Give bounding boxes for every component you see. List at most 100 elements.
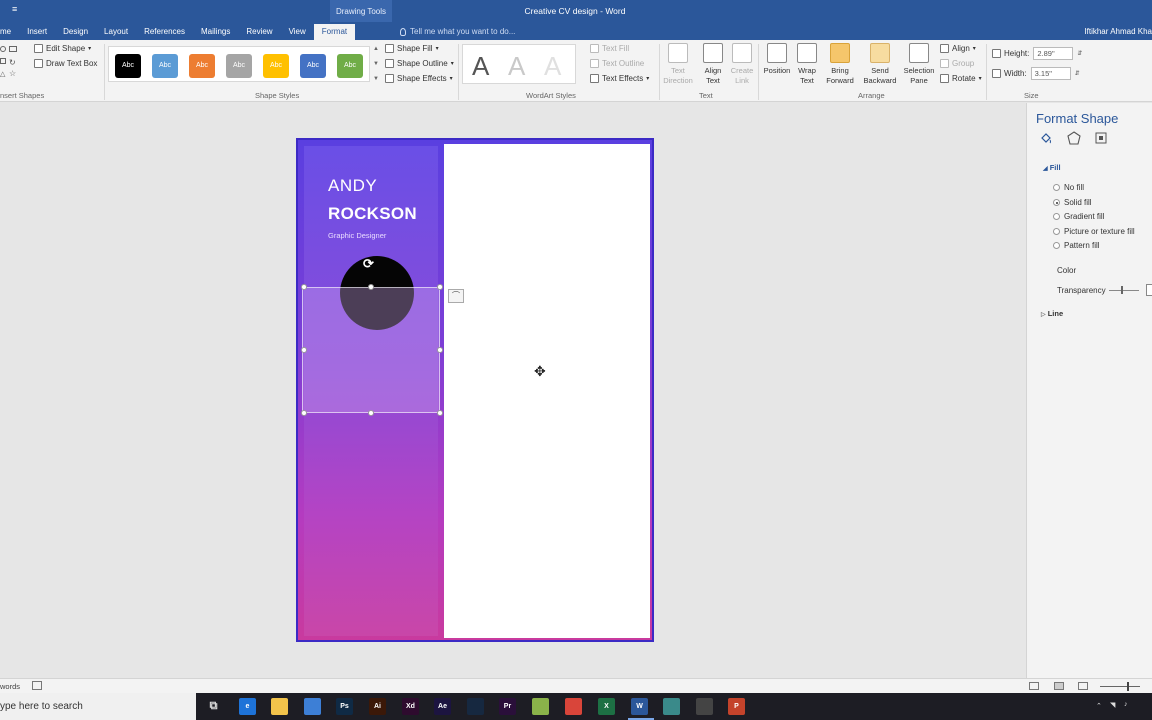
cv-first-name[interactable]: ANDY <box>328 176 377 196</box>
transparency-slider[interactable] <box>1109 290 1139 291</box>
tab-home[interactable]: me <box>0 24 19 40</box>
app-icon[interactable] <box>663 698 680 715</box>
tab-format[interactable]: Format <box>313 24 356 40</box>
text-direction-button[interactable]: Text Direction <box>660 43 696 86</box>
shape-outline-button[interactable]: Shape Outline ▾ <box>385 59 454 68</box>
zoom-slider-thumb[interactable] <box>1127 682 1129 691</box>
shape-style-chip[interactable]: Abc <box>226 54 252 78</box>
resize-handle[interactable] <box>368 284 374 290</box>
wordart-style[interactable]: A <box>508 51 525 82</box>
resize-handle[interactable] <box>368 410 374 416</box>
chrome-icon[interactable] <box>565 698 582 715</box>
fill-line-icon[interactable] <box>1039 131 1053 145</box>
radio-button-selected[interactable] <box>1053 199 1060 206</box>
shape-effects-button[interactable]: Shape Effects ▾ <box>385 74 453 83</box>
transparency-slider-thumb[interactable] <box>1121 286 1123 294</box>
align-button[interactable]: Align ▾ <box>940 44 976 53</box>
send-backward-button[interactable]: Send Backward <box>859 43 901 86</box>
xd-icon[interactable]: Xd <box>402 698 419 715</box>
after-effects-icon[interactable]: Ae <box>434 698 451 715</box>
transparency-input[interactable] <box>1146 284 1152 296</box>
user-account[interactable]: Iftikhar Ahmad Kha <box>1084 27 1152 36</box>
position-button[interactable]: Position <box>760 43 794 76</box>
text-effects-button[interactable]: Text Effects ▾ <box>590 74 649 83</box>
network-icon[interactable]: ◥ <box>1110 701 1115 709</box>
document-canvas[interactable]: ANDY ROCKSON Graphic Designer ⟳ ⌒ ✥ <box>0 103 1026 678</box>
align-text-button[interactable]: Align Text <box>698 43 728 86</box>
tab-review[interactable]: Review <box>238 24 280 40</box>
layout-options-icon[interactable]: ⌒ <box>448 289 464 303</box>
gallery-scroll-buttons[interactable]: ▲ ▼ ▼ <box>372 46 380 82</box>
edit-shape-button[interactable]: Edit Shape ▾ <box>34 44 91 53</box>
tab-references[interactable]: References <box>136 24 193 40</box>
word-icon[interactable]: W <box>631 698 648 715</box>
no-fill-option[interactable]: No fill <box>1053 183 1084 192</box>
wordart-style[interactable]: A <box>544 51 561 82</box>
spinner-icon[interactable]: ⇵ <box>1075 70 1080 77</box>
create-link-button[interactable]: Create Link <box>728 43 756 86</box>
android-icon[interactable] <box>532 698 549 715</box>
cv-right-panel[interactable] <box>444 144 650 638</box>
radio-button[interactable] <box>1053 228 1060 235</box>
word-count[interactable]: words <box>0 682 20 691</box>
powerpoint-icon[interactable]: P <box>728 698 745 715</box>
premiere-icon[interactable]: Pr <box>499 698 516 715</box>
edge-icon[interactable]: e <box>239 698 256 715</box>
volume-icon[interactable]: ♪ <box>1124 701 1128 708</box>
radio-button[interactable] <box>1053 213 1060 220</box>
shape-style-chip[interactable]: Abc <box>300 54 326 78</box>
store-icon[interactable] <box>304 698 321 715</box>
bring-forward-button[interactable]: Bring Forward <box>821 43 859 86</box>
cv-page[interactable]: ANDY ROCKSON Graphic Designer ⟳ ⌒ <box>296 138 654 642</box>
more-icon[interactable]: ▼ <box>373 76 379 82</box>
zoom-slider[interactable] <box>1100 686 1140 687</box>
print-layout-icon[interactable] <box>1054 682 1064 690</box>
selected-shape[interactable] <box>302 287 440 413</box>
line-section-header[interactable]: ▷ Line <box>1041 309 1063 318</box>
shape-style-chip[interactable]: Abc <box>115 54 141 78</box>
scroll-down-icon[interactable]: ▼ <box>373 61 379 67</box>
tell-me-search[interactable]: Tell me what you want to do... <box>400 27 515 36</box>
resize-handle[interactable] <box>437 410 443 416</box>
shape-style-chip[interactable]: Abc <box>152 54 178 78</box>
radio-button[interactable] <box>1053 242 1060 249</box>
cv-last-name[interactable]: ROCKSON <box>328 204 417 224</box>
size-properties-icon[interactable] <box>1094 131 1108 145</box>
resize-handle[interactable] <box>301 347 307 353</box>
selection-pane-button[interactable]: Selection Pane <box>901 43 937 86</box>
wordart-style[interactable]: A <box>472 51 489 82</box>
shape-style-chip[interactable]: Abc <box>189 54 215 78</box>
shape-gallery-mini[interactable]: ↻ △ ☆ <box>0 46 22 82</box>
proofing-icon[interactable] <box>32 681 42 690</box>
shape-fill-button[interactable]: Shape Fill ▾ <box>385 44 439 53</box>
text-outline-button[interactable]: Text Outline <box>590 59 644 68</box>
radio-button[interactable] <box>1053 184 1060 191</box>
recorder-icon[interactable] <box>696 698 713 715</box>
picture-texture-fill-option[interactable]: Picture or texture fill <box>1053 227 1135 236</box>
cv-job-title[interactable]: Graphic Designer <box>328 231 386 240</box>
quick-access-toolbar[interactable]: ≡ <box>12 4 17 14</box>
system-tray[interactable]: ⌃ ◥ ♪ <box>1092 693 1152 720</box>
excel-icon[interactable]: X <box>598 698 615 715</box>
height-input[interactable]: 2.89" <box>1033 47 1074 60</box>
shape-style-chip[interactable]: Abc <box>337 54 363 78</box>
gradient-fill-option[interactable]: Gradient fill <box>1053 212 1104 221</box>
rotate-button[interactable]: Rotate ▾ <box>940 74 982 83</box>
web-layout-icon[interactable] <box>1078 682 1088 690</box>
effects-pentagon-icon[interactable] <box>1067 131 1081 145</box>
text-fill-button[interactable]: Text Fill <box>590 44 629 53</box>
tab-design[interactable]: Design <box>55 24 96 40</box>
width-input[interactable]: 3.15" <box>1030 67 1071 80</box>
resize-handle[interactable] <box>437 284 443 290</box>
draw-text-box-button[interactable]: Draw Text Box <box>34 59 97 68</box>
read-mode-icon[interactable] <box>1029 682 1039 690</box>
media-encoder-icon[interactable] <box>467 698 484 715</box>
chevron-up-icon[interactable]: ⌃ <box>1096 702 1102 710</box>
task-view-icon[interactable]: ⧉ <box>205 698 222 715</box>
illustrator-icon[interactable]: Ai <box>369 698 386 715</box>
rotate-handle-icon[interactable]: ⟳ <box>363 257 374 270</box>
solid-fill-option[interactable]: Solid fill <box>1053 198 1092 207</box>
wrap-text-button[interactable]: Wrap Text <box>795 43 819 86</box>
resize-handle[interactable] <box>301 410 307 416</box>
pattern-fill-option[interactable]: Pattern fill <box>1053 241 1100 250</box>
